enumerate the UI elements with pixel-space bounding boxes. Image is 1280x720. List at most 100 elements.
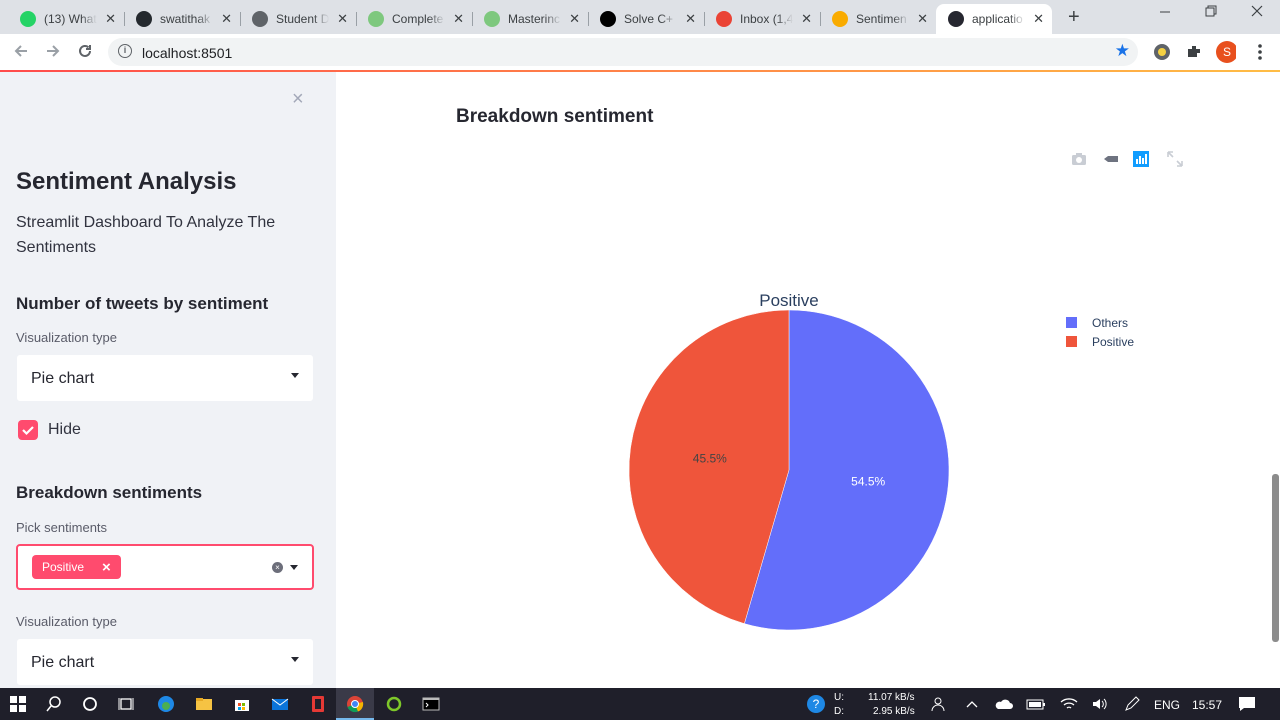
browser-tab[interactable]: Complete ✕ xyxy=(356,4,472,34)
sidebar-title: Sentiment Analysis xyxy=(16,168,237,195)
chip-positive[interactable]: Positive × xyxy=(32,555,121,579)
task-view-icon[interactable] xyxy=(116,694,136,714)
minimize-button[interactable] xyxy=(1158,4,1172,21)
viz-type-select[interactable]: Pie chart xyxy=(16,354,314,402)
tab-close-icon[interactable]: ✕ xyxy=(801,11,812,27)
tab-title: (13) What xyxy=(44,12,97,26)
close-window-button[interactable] xyxy=(1250,4,1264,21)
camera-icon[interactable] xyxy=(1070,150,1088,168)
reload-button[interactable] xyxy=(76,42,94,65)
info-icon[interactable]: i xyxy=(118,44,132,58)
autoscale-icon[interactable] xyxy=(1166,150,1184,168)
tab-close-icon[interactable]: ✕ xyxy=(105,11,116,27)
volume-icon[interactable] xyxy=(1090,694,1110,714)
tab-close-icon[interactable]: ✕ xyxy=(453,11,464,27)
legend-swatch-positive[interactable] xyxy=(1066,336,1077,347)
browser-tab[interactable]: Solve C+ ✕ xyxy=(588,4,704,34)
browser-tab[interactable]: Masterinc ✕ xyxy=(472,4,588,34)
legend-swatch-others[interactable] xyxy=(1066,317,1077,328)
profile-avatar[interactable]: S xyxy=(1216,41,1236,63)
app-ring-icon[interactable] xyxy=(384,694,404,714)
cortana-icon[interactable] xyxy=(80,694,100,714)
help-icon[interactable]: ? xyxy=(806,694,826,714)
slice-label-positive: 45.5% xyxy=(693,452,727,466)
browser-menu-icon[interactable] xyxy=(1250,42,1270,62)
tab-close-icon[interactable]: ✕ xyxy=(685,11,696,27)
tab-close-icon[interactable]: ✕ xyxy=(917,11,928,27)
people-icon[interactable] xyxy=(929,694,949,714)
sentiments-multiselect[interactable]: Positive × × xyxy=(16,544,314,590)
pie-chart[interactable]: Positive 54.5% 45.5% Others Positive xyxy=(576,212,1216,632)
bookmark-star-icon[interactable]: ★ xyxy=(1115,41,1130,61)
viz-type-value-2: Pie chart xyxy=(31,654,95,671)
reload-icon xyxy=(79,44,91,57)
chevron-down-icon xyxy=(291,657,299,662)
url-text[interactable]: localhost:8501 xyxy=(142,45,232,61)
chrome-icon[interactable] xyxy=(345,694,365,714)
browser-tab[interactable]: (13) What ✕ xyxy=(8,4,124,34)
chevron-up-icon[interactable] xyxy=(962,694,982,714)
office-icon[interactable] xyxy=(308,694,328,714)
browser-tab[interactable]: applicatio ✕ xyxy=(936,4,1052,34)
clear-all-icon[interactable]: × xyxy=(272,562,283,573)
address-bar[interactable]: i localhost:8501 ★ xyxy=(108,38,1138,66)
edge-icon[interactable] xyxy=(156,694,176,714)
forward-button[interactable] xyxy=(44,42,62,65)
browser-tab[interactable]: Student D ✕ xyxy=(240,4,356,34)
page-title: Breakdown sentiment xyxy=(456,106,654,127)
streamlit-icon xyxy=(948,11,964,27)
legend-label-others[interactable]: Others xyxy=(1092,316,1128,330)
hackerrank-icon xyxy=(600,11,616,27)
forward-arrow-icon xyxy=(47,45,60,57)
hide-checkbox-label: Hide xyxy=(48,421,81,438)
chip-remove-icon[interactable]: × xyxy=(102,559,111,576)
chevron-down-icon[interactable] xyxy=(290,565,298,570)
restore-button[interactable] xyxy=(1204,4,1218,21)
onedrive-icon[interactable] xyxy=(994,694,1014,714)
tab-title: Inbox (1,4 xyxy=(740,12,794,26)
tab-close-icon[interactable]: ✕ xyxy=(1033,11,1044,27)
upload-speed: 11.07 kB/s xyxy=(868,692,915,703)
sidebar-close-button[interactable]: × xyxy=(292,88,304,111)
pan-icon[interactable] xyxy=(1102,150,1120,168)
browser-tab[interactable]: swatithak ✕ xyxy=(124,4,240,34)
main-content: Breakdown sentiment Positive 54.5% 45.5% Ot… xyxy=(336,72,1280,688)
browser-tab[interactable]: Inbox (1,4 ✕ xyxy=(704,4,820,34)
extension-icon[interactable] xyxy=(1152,42,1172,62)
tab-close-icon[interactable]: ✕ xyxy=(337,11,348,27)
viz-type-select-2[interactable]: Pie chart xyxy=(16,638,314,686)
tab-close-icon[interactable]: ✕ xyxy=(221,11,232,27)
search-icon[interactable] xyxy=(44,694,64,714)
windows-start-icon[interactable] xyxy=(8,694,28,714)
language-indicator[interactable]: ENG xyxy=(1154,698,1180,712)
puzzle-extensions-icon[interactable] xyxy=(1184,42,1204,62)
hide-checkbox[interactable] xyxy=(18,420,38,440)
section-heading-breakdown: Breakdown sentiments xyxy=(16,483,203,502)
tab-title: applicatio xyxy=(972,12,1023,26)
github-icon xyxy=(136,11,152,27)
file-explorer-icon[interactable] xyxy=(194,694,214,714)
wifi-icon[interactable] xyxy=(1059,694,1079,714)
tab-title: swatithak xyxy=(160,12,211,26)
tab-close-icon[interactable]: ✕ xyxy=(569,11,580,27)
section-heading-tweets: Number of tweets by sentiment xyxy=(16,294,269,313)
new-tab-button[interactable]: + xyxy=(1068,6,1080,29)
hide-checkbox-row[interactable]: Hide xyxy=(18,420,81,440)
store-icon[interactable] xyxy=(232,694,252,714)
battery-icon[interactable] xyxy=(1026,694,1046,714)
terminal-icon[interactable] xyxy=(421,694,441,714)
page-scrollbar[interactable] xyxy=(1272,474,1279,642)
legend-label-positive[interactable]: Positive xyxy=(1092,335,1134,349)
minimize-icon xyxy=(1160,11,1170,13)
pen-icon[interactable] xyxy=(1122,694,1142,714)
browser-tab[interactable]: Sentimen ✕ xyxy=(820,4,936,34)
clock[interactable]: 15:57 xyxy=(1192,698,1222,712)
mail-icon[interactable] xyxy=(270,694,290,714)
bar-chart-icon[interactable] xyxy=(1132,150,1150,168)
restore-icon xyxy=(1205,5,1217,17)
viz-type-label-2: Visualization type xyxy=(16,614,117,629)
notifications-icon[interactable] xyxy=(1237,694,1257,714)
back-button[interactable] xyxy=(12,42,30,65)
chip-label: Positive xyxy=(42,560,85,574)
pick-sentiments-label: Pick sentiments xyxy=(16,520,108,535)
